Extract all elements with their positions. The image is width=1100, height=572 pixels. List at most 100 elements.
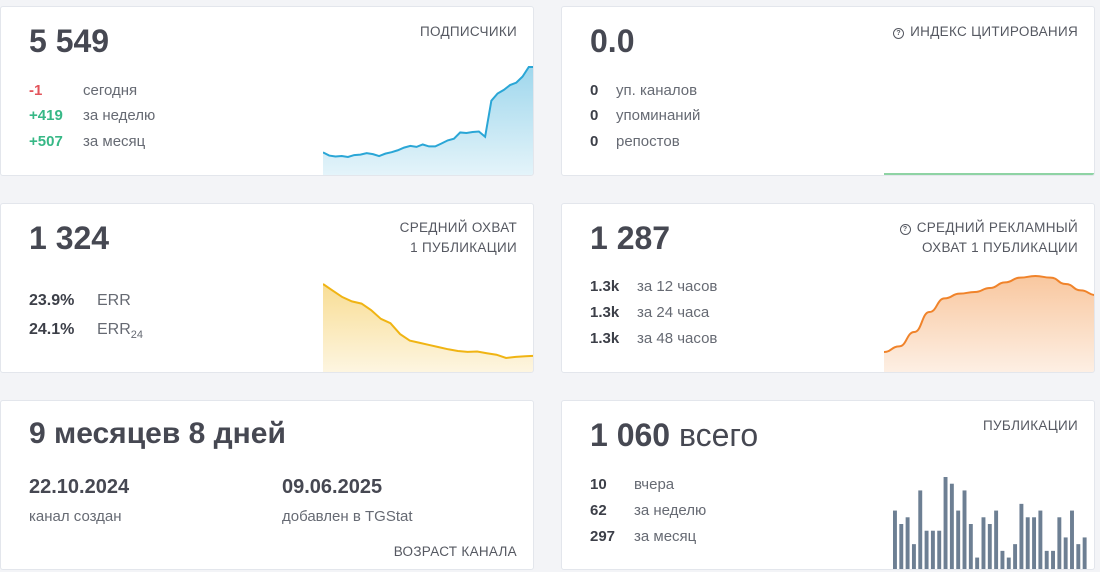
stat-value: 0 bbox=[590, 82, 599, 99]
chart-bar[interactable] bbox=[962, 490, 967, 570]
chart-bar[interactable] bbox=[949, 483, 954, 570]
chart-bar[interactable] bbox=[1000, 550, 1005, 570]
citation-title: ? ИНДЕКС ЦИТИРОВАНИЯ bbox=[893, 22, 1078, 42]
chart-bar[interactable] bbox=[911, 544, 916, 570]
reach-stat-err: 23.9% ERR bbox=[29, 292, 131, 310]
chart-bar[interactable] bbox=[981, 517, 986, 570]
reach-chart bbox=[323, 283, 533, 372]
stat-label: за месяц bbox=[83, 133, 146, 150]
chart-bar[interactable] bbox=[1019, 503, 1024, 570]
chart-bar[interactable] bbox=[956, 510, 961, 570]
ad-reach-stat-48h: 1.3k за 48 часов bbox=[590, 330, 717, 347]
chart-bar[interactable] bbox=[994, 510, 999, 570]
stat-label: ERR bbox=[97, 292, 131, 309]
stat-value: 23.9% bbox=[29, 292, 75, 309]
posts-stat-month: 297 за месяц bbox=[590, 528, 696, 545]
reach-stat-err24: 24.1% ERR24 bbox=[29, 321, 143, 341]
posts-stat-yesterday: 10 вчера bbox=[590, 476, 674, 493]
stat-value: +419 bbox=[29, 107, 63, 124]
info-circle-icon[interactable]: ? bbox=[899, 224, 911, 235]
chart-bar[interactable] bbox=[943, 477, 948, 570]
subscribers-count: 5 549 bbox=[29, 23, 110, 59]
stat-value: -1 bbox=[29, 82, 43, 99]
stat-value: 0 bbox=[590, 107, 599, 124]
posts-total-suffix: всего bbox=[678, 417, 759, 453]
posts-card[interactable]: 1 060 всего ПУБЛИКАЦИИ 10 вчера 62 за неде… bbox=[561, 400, 1095, 570]
stat-value: 1.3k bbox=[590, 330, 620, 347]
ad-reach-stat-12h: 1.3k за 12 часов bbox=[590, 278, 717, 295]
citation-stat-mentions: 0 упоминаний bbox=[590, 107, 700, 124]
channel-age-value: 9 месяцев 8 дней bbox=[29, 417, 286, 450]
stat-value: 297 bbox=[590, 528, 616, 545]
stat-label: репостов bbox=[616, 133, 680, 150]
stat-label: ERR bbox=[97, 321, 131, 338]
chart-area-fill bbox=[323, 67, 533, 175]
posts-total-number: 1 060 bbox=[590, 417, 671, 453]
age-title: ВОЗРАСТ КАНАЛА bbox=[393, 544, 517, 559]
chart-bar[interactable] bbox=[1076, 544, 1081, 570]
chart-bar[interactable] bbox=[1070, 510, 1074, 570]
stat-label: за 12 часов bbox=[637, 278, 718, 295]
citation-index-value: 0.0 bbox=[590, 23, 635, 59]
citation-card[interactable]: 0.0 ? ИНДЕКС ЦИТИРОВАНИЯ 0 уп. каналов 0 уп… bbox=[561, 6, 1095, 176]
citation-title-text: ИНДЕКС ЦИТИРОВАНИЯ bbox=[910, 24, 1078, 39]
stat-value: 10 bbox=[590, 476, 607, 493]
subscribers-chart bbox=[323, 66, 533, 175]
ad-reach-title: ? СРЕДНИЙ РЕКЛАМНЫЙ ОХВАТ 1 ПУБЛИКАЦИИ bbox=[899, 218, 1078, 258]
info-circle-icon[interactable]: ? bbox=[893, 28, 905, 39]
stat-value: 1.3k bbox=[590, 304, 620, 321]
posts-title: ПУБЛИКАЦИИ bbox=[983, 418, 1078, 433]
reach-value: 1 324 bbox=[29, 220, 110, 256]
chart-bar[interactable] bbox=[930, 530, 935, 570]
ad-reach-card[interactable]: 1 287 ? СРЕДНИЙ РЕКЛАМНЫЙ ОХВАТ 1 ПУБЛИКА… bbox=[561, 203, 1095, 373]
chart-area-fill bbox=[884, 276, 1094, 372]
posts-total: 1 060 всего bbox=[590, 417, 758, 454]
stat-label: уп. каналов bbox=[616, 82, 698, 99]
stat-value: 62 bbox=[590, 502, 607, 519]
ad-reach-stat-24h: 1.3k за 24 часа bbox=[590, 304, 709, 321]
ad-reach-chart bbox=[884, 274, 1094, 372]
subscribers-stat-today: -1 сегодня bbox=[29, 82, 137, 99]
stat-label-subscript: 24 bbox=[130, 329, 144, 341]
chart-bar[interactable] bbox=[899, 524, 904, 570]
chart-bar[interactable] bbox=[893, 510, 897, 570]
ad-reach-title-line1: СРЕДНИЙ РЕКЛАМНЫЙ bbox=[916, 220, 1078, 235]
chart-bar[interactable] bbox=[1006, 557, 1011, 570]
chart-bar[interactable] bbox=[924, 530, 929, 570]
chart-bar[interactable] bbox=[905, 517, 910, 570]
stat-label: вчера bbox=[634, 476, 675, 493]
posts-stat-week: 62 за неделю bbox=[590, 502, 706, 519]
chart-bar[interactable] bbox=[1025, 517, 1030, 570]
stat-label: за неделю bbox=[83, 107, 156, 124]
citation-stat-channels: 0 уп. каналов bbox=[590, 82, 697, 99]
chart-bar[interactable] bbox=[975, 557, 980, 570]
chart-bar[interactable] bbox=[1013, 544, 1018, 570]
chart-bar[interactable] bbox=[1051, 550, 1055, 570]
reach-card[interactable]: 1 324 СРЕДНИЙ ОХВАТ 1 ПУБЛИКАЦИИ 23.9% ER… bbox=[0, 203, 534, 373]
stat-label: за месяц bbox=[634, 528, 697, 545]
subscribers-stat-month: +507 за месяц bbox=[29, 133, 145, 150]
chart-bar[interactable] bbox=[918, 490, 923, 570]
chart-bar[interactable] bbox=[1038, 510, 1043, 570]
stat-value: 1.3k bbox=[590, 278, 620, 295]
reach-title-line2: 1 ПУБЛИКАЦИИ bbox=[410, 240, 517, 255]
reach-title: СРЕДНИЙ ОХВАТ 1 ПУБЛИКАЦИИ bbox=[400, 218, 517, 258]
stat-value: +507 bbox=[29, 133, 63, 150]
chart-bar[interactable] bbox=[987, 524, 992, 570]
stat-label: за неделю bbox=[634, 502, 707, 519]
stat-value: 24.1% bbox=[29, 321, 75, 338]
subscribers-title: ПОДПИСЧИКИ bbox=[419, 24, 517, 39]
chart-bar[interactable] bbox=[1057, 517, 1062, 570]
chart-bar[interactable] bbox=[1044, 550, 1049, 570]
chart-bar[interactable] bbox=[1063, 537, 1068, 570]
chart-bar[interactable] bbox=[968, 524, 973, 570]
citation-baseline-line bbox=[884, 173, 1094, 175]
chart-bar[interactable] bbox=[937, 530, 942, 570]
age-card[interactable]: 9 месяцев 8 дней 22.10.2024 канал создан… bbox=[0, 400, 534, 570]
created-label: канал создан bbox=[29, 508, 122, 525]
subscribers-card[interactable]: 5 549 ПОДПИСЧИКИ -1 сегодня +419 за неделю… bbox=[0, 6, 534, 176]
chart-bar[interactable] bbox=[1082, 537, 1087, 570]
chart-area-fill bbox=[323, 284, 533, 372]
stat-label: за 48 часов bbox=[637, 330, 718, 347]
chart-bar[interactable] bbox=[1032, 517, 1037, 570]
